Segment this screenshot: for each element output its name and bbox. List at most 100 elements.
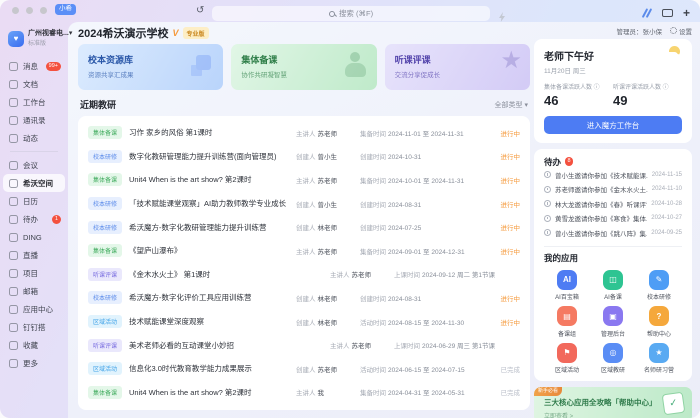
search-placeholder: 搜索 (⌘F) <box>339 8 373 19</box>
edition-badge: 专业版 <box>183 27 209 39</box>
item-title: 习作 家乡的风俗 第1课时 <box>129 127 296 138</box>
todo-item[interactable]: 林大龙邀请你参加《春》听课评课 2024-10-28 <box>544 197 682 211</box>
sidebar-item-icon <box>9 251 18 260</box>
minimize-window-icon[interactable] <box>26 7 33 14</box>
feature-card-icon <box>183 46 219 88</box>
sidebar-item[interactable]: 应用中心 <box>3 300 65 318</box>
banner-link[interactable]: 立即查看 > <box>544 411 682 418</box>
app-shortcut[interactable]: ▤ 备课组 <box>544 306 590 338</box>
list-item[interactable]: 校本研修 「技术赋能课堂观察」AI助力教师教学专业成长 创建人曾小生 创建时间2… <box>88 192 520 216</box>
recent-list-panel: 集体备课 习作 家乡的风俗 第1课时 主讲人苏老师 集备时间2024-11-01… <box>78 116 530 410</box>
item-title: 《金木水火土》 第1课时 <box>129 269 330 280</box>
list-item[interactable]: 听课评课 《金木水火土》 第1课时 主讲人苏老师 上课时间2024-09-12 … <box>88 263 520 287</box>
list-item[interactable]: 校本研修 希沃魔方-数字化教研管理能力提升训练营 创建人林老师 创建时间2024… <box>88 215 520 239</box>
feature-card[interactable]: 校本资源库 资源共享汇成果 <box>78 44 223 90</box>
org-logo-icon: ♥ <box>8 31 24 47</box>
sidebar-item[interactable]: 收藏 <box>3 336 65 354</box>
add-icon[interactable]: + <box>683 7 690 19</box>
app-shortcut[interactable]: ★ 名师研习营 <box>636 343 682 375</box>
list-item[interactable]: 听课评课 美术老师必看的互动课堂小妙招 主讲人苏老师 上课时间2024-06-2… <box>88 333 520 357</box>
app-shortcut[interactable]: ? 帮助中心 <box>636 306 682 338</box>
stat-label[interactable]: 听课评课活跃人数 ⓘ <box>613 82 682 91</box>
sidebar-item[interactable]: 待办 1 <box>3 210 65 228</box>
app-icon: ✎ <box>649 270 669 290</box>
app-icon: ▤ <box>557 306 577 326</box>
item-time: 创建时间2024-08-31 <box>360 199 486 209</box>
sidebar-item[interactable]: 项目 <box>3 264 65 282</box>
item-title: 技术赋能课堂深度观察 <box>129 316 296 327</box>
todo-item[interactable]: 曾小生邀请你参加《跳八阵》集... 2024-09-25 <box>544 226 682 240</box>
app-label: 帮助中心 <box>647 329 671 338</box>
sidebar-item[interactable]: 工作台 <box>3 93 65 111</box>
sidebar-item[interactable]: 直播 <box>3 246 65 264</box>
list-item[interactable]: 校本研修 希沃魔方-数字化评价工具应用训练营 创建人林老师 创建时间2024-0… <box>88 286 520 310</box>
todo-date: 2024-11-10 <box>652 186 682 192</box>
item-person: 创建人林老师 <box>296 293 360 303</box>
type-filter-dropdown[interactable]: 全部类型 ▾ <box>495 100 528 110</box>
list-item[interactable]: 集体备课 Unit4 When is the art show? 第2课时 主讲… <box>88 168 520 192</box>
sidebar-item[interactable]: 会议 <box>3 156 65 174</box>
zoom-window-icon[interactable] <box>40 7 47 14</box>
item-time: 集备时间2024-11-01 至 2024-11-31 <box>360 128 486 138</box>
close-window-icon[interactable] <box>12 7 19 14</box>
status-badge: 进行中 <box>486 317 520 327</box>
sidebar-item[interactable]: 消息 99+ <box>3 57 65 75</box>
sidebar-item-label: 希沃空间 <box>23 178 53 189</box>
assistant-tag[interactable]: 小希 <box>55 4 76 15</box>
sidebar-item[interactable]: 希沃空间 <box>3 174 65 192</box>
workspace-window-icon[interactable] <box>662 9 673 18</box>
todo-item[interactable]: 苏老师邀请你参加《金木水火土... 2024-11-10 <box>544 183 682 197</box>
clock-icon <box>544 215 551 222</box>
app-label: 备课组 <box>558 329 576 338</box>
sidebar-item-label: 邮箱 <box>23 286 38 297</box>
settings-button[interactable]: 设置 <box>670 26 692 36</box>
feature-card[interactable]: 集体备课 协作共研凝智慧 <box>231 44 376 90</box>
item-time: 上课时间2024-09-12 周二 第1节课 <box>394 269 520 279</box>
todo-text: 苏老师邀请你参加《金木水火土... <box>555 184 648 194</box>
app-shortcut[interactable]: ▣ 管理后台 <box>590 306 636 338</box>
sidebar-item[interactable]: 文档 <box>3 75 65 93</box>
todo-item[interactable]: 黄雪龙邀请你参加《寒食》集体... 2024-10-27 <box>544 212 682 226</box>
promo-banner[interactable]: 新手必看 三大核心应用全攻略「帮助中心」 立即查看 > ✓ <box>534 387 692 418</box>
item-time: 集备时间2024-04-31 至 2024-05-31 <box>360 387 486 397</box>
status-badge: 进行中 <box>486 128 520 138</box>
sidebar-item[interactable]: 邮箱 <box>3 282 65 300</box>
enter-workbench-button[interactable]: 进入魔方工作台 <box>544 116 682 134</box>
app-label: AI百宝箱 <box>555 292 579 301</box>
category-tag: 听课评课 <box>88 268 122 281</box>
app-icon: AI <box>557 270 577 290</box>
sidebar-item[interactable]: DING <box>3 228 65 246</box>
list-item[interactable]: 集体备课 Unit4 When is the art show? 第2课时 主讲… <box>88 381 520 405</box>
stat-value: 49 <box>613 93 682 108</box>
search-input[interactable]: 搜索 (⌘F) <box>212 6 490 21</box>
org-switcher[interactable]: ♥ 广州视睿电...▾ 标准版 <box>8 30 64 47</box>
right-panel: 管理员：张小保 设置 老师下午好 11月20日 周三 集体备课活跃人数 ⓘ 46… <box>534 22 692 418</box>
list-item[interactable]: 集体备课 《望庐山瀑布》 主讲人苏老师 集备时间2024-09-01 至 202… <box>88 239 520 263</box>
traffic-lights[interactable] <box>12 7 47 14</box>
app-icon: ★ <box>649 343 669 363</box>
app-shortcut[interactable]: ◫ AI备课 <box>590 270 636 302</box>
sidebar-item-icon <box>9 116 18 125</box>
list-item[interactable]: 区域活动 信息化3.0时代教育教学能力成果展示 创建人苏老师 活动时间2024-… <box>88 357 520 381</box>
sidebar-item-label: 通讯录 <box>23 115 46 126</box>
app-shortcut[interactable]: ⚑ 区域活动 <box>544 343 590 375</box>
filter-tuner-icon[interactable] <box>642 8 652 18</box>
sidebar-item[interactable]: 通讯录 <box>3 111 65 129</box>
list-item[interactable]: 区域活动 技术赋能课堂深度观察 创建人林老师 活动时间2024-08-15 至 … <box>88 310 520 334</box>
list-item[interactable]: 集体备课 习作 家乡的风俗 第1课时 主讲人苏老师 集备时间2024-11-01… <box>88 121 520 145</box>
sidebar-item[interactable]: 钉钉搭 <box>3 318 65 336</box>
sidebar-item[interactable]: 日历 <box>3 192 65 210</box>
feature-card[interactable]: 听课评课 交流分享促成长 <box>385 44 530 90</box>
sidebar-item[interactable]: 动态 <box>3 129 65 147</box>
todo-item[interactable]: 曾小生邀请你参加《技术赋能课... 2024-11-15 <box>544 168 682 182</box>
list-item[interactable]: 校本研修 数字化教研管理能力提升训练营(面向管理员) 创建人曾小生 创建时间20… <box>88 145 520 169</box>
item-person: 主讲人苏老师 <box>330 340 394 350</box>
category-tag: 校本研修 <box>88 221 122 234</box>
app-shortcut[interactable]: ✎ 校本研修 <box>636 270 682 302</box>
item-person: 主讲人苏老师 <box>296 175 360 185</box>
history-icon[interactable]: ↺ <box>196 6 204 16</box>
stat-label[interactable]: 集体备课活跃人数 ⓘ <box>544 82 613 91</box>
sidebar-item[interactable]: 更多 <box>3 354 65 372</box>
app-shortcut[interactable]: ◎ 区域教研 <box>590 343 636 375</box>
app-shortcut[interactable]: AI AI百宝箱 <box>544 270 590 302</box>
